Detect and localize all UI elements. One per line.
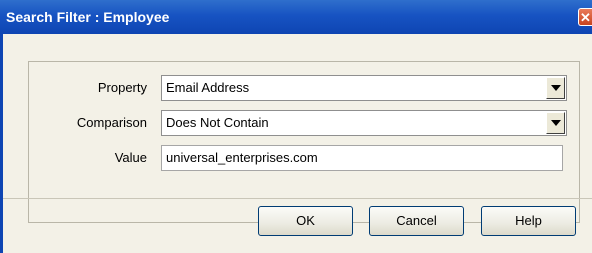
value-label: Value (114, 150, 147, 165)
close-button[interactable]: ✕ (578, 8, 592, 26)
value-input[interactable]: universal_enterprises.com (161, 145, 563, 171)
chevron-down-icon (551, 85, 561, 91)
divider (3, 198, 592, 199)
cancel-button[interactable]: Cancel (369, 206, 464, 236)
property-dropdown-button[interactable] (546, 77, 565, 99)
chevron-down-icon (551, 120, 561, 126)
comparison-select-value: Does Not Contain (166, 115, 269, 130)
property-select[interactable]: Email Address (161, 75, 567, 101)
comparison-select[interactable]: Does Not Contain (161, 110, 567, 136)
property-select-value: Email Address (166, 80, 250, 95)
title-bar[interactable]: Search Filter : Employee ✕ (0, 0, 592, 34)
comparison-dropdown-button[interactable] (546, 112, 565, 134)
window-title: Search Filter : Employee (6, 9, 170, 25)
close-icon: ✕ (580, 10, 591, 25)
dialog-body: Property Email Address Comparison Does N… (0, 34, 592, 253)
help-button[interactable]: Help (481, 206, 576, 236)
search-filter-dialog: Search Filter : Employee ✕ Property Emai… (0, 0, 592, 253)
ok-button[interactable]: OK (258, 206, 353, 236)
property-label: Property (97, 80, 147, 95)
comparison-label: Comparison (76, 115, 147, 130)
